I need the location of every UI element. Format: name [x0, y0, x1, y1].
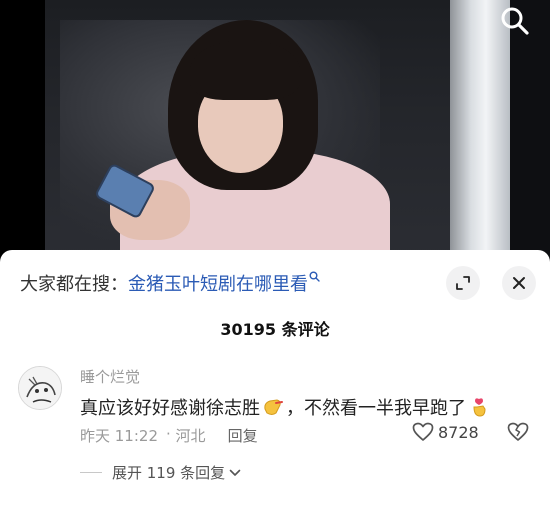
avatar[interactable] [18, 366, 62, 410]
close-button[interactable] [502, 266, 536, 300]
comment-location: 河北 [175, 427, 206, 445]
comment-meta: 昨天 11:22 · 河北 回复 [80, 425, 258, 446]
broken-heart-icon[interactable] [507, 422, 529, 442]
finger-heart-emoji [473, 398, 486, 417]
comment-username[interactable]: 睡个烂觉 [80, 366, 140, 387]
video-player[interactable] [0, 0, 550, 258]
trending-search-prefix: 大家都在搜： [20, 274, 128, 295]
like-button[interactable]: 8728 [412, 422, 479, 442]
expand-replies-divider [80, 472, 102, 473]
close-icon [513, 277, 525, 289]
comment-time: 昨天 11:22 [80, 427, 158, 445]
reply-button[interactable]: 回复 [228, 425, 258, 446]
clap-emoji [264, 399, 283, 415]
link-search-icon [309, 271, 320, 286]
heart-icon [412, 422, 434, 441]
expand-replies-label: 展开 119 条回复 [112, 464, 226, 482]
video-curtain [450, 0, 510, 258]
trending-search-link[interactable]: 金猪玉叶短剧在哪里看 [128, 270, 308, 296]
chevron-down-icon [229, 469, 241, 476]
meta-separator: · [166, 425, 176, 443]
comment-text-part1: 真应该好好感谢徐志胜 [80, 398, 260, 419]
expand-button[interactable] [446, 266, 480, 300]
comment-item: 睡个烂觉 真应该好好感谢徐志胜 ，不然看一半我早跑了 昨天 11:22 · 河北… [0, 358, 550, 458]
expand-replies-button[interactable]: 展开 119 条回复 [80, 462, 241, 483]
video-left-shadow [0, 0, 45, 258]
comment-count-title: 30195 条评论 [220, 320, 330, 339]
expand-icon [456, 276, 470, 290]
search-icon[interactable] [498, 4, 532, 38]
trending-search[interactable]: 大家都在搜： 金猪玉叶短剧在哪里看 [20, 270, 320, 296]
like-count: 8728 [438, 422, 479, 442]
comment-text: 真应该好好感谢徐志胜 ，不然看一半我早跑了 [80, 394, 492, 420]
video-figure-bangs [190, 40, 300, 100]
comment-sheet: 大家都在搜： 金猪玉叶短剧在哪里看 30195 条评论 睡个烂觉 真应该好好感谢… [0, 250, 550, 507]
video-right-shadow [510, 0, 550, 258]
comment-text-part2: ，不然看一半我早跑了 [286, 398, 466, 419]
